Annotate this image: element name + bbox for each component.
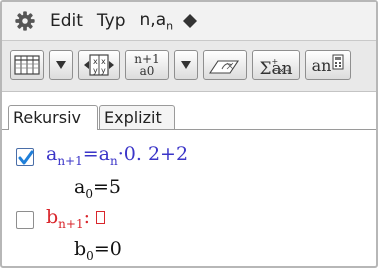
checkbox-b[interactable] <box>16 211 34 229</box>
init-a-var: a <box>74 176 86 198</box>
table-icon <box>14 55 40 75</box>
formula-b-sub: n+1 <box>58 217 84 231</box>
triangle-down-icon <box>56 61 66 69</box>
input-placeholder[interactable] <box>96 211 105 224</box>
formula-a-eq: = <box>82 143 99 165</box>
formula-a-rhs-sub: n <box>110 154 118 168</box>
sum-button[interactable]: +−×÷ Σan <box>252 50 300 80</box>
gear-icon[interactable] <box>14 10 36 32</box>
formula-a-recursive[interactable]: an+1=an·0. 2+2 <box>46 143 188 168</box>
an-calc-button[interactable]: an <box>305 50 351 80</box>
app-window: Edit Typ n,an x y x y n+1 a0 +−×÷ Σan an… <box>0 0 378 268</box>
init-b-value: =0 <box>93 238 122 260</box>
checkmark-icon <box>18 150 34 165</box>
menu-bar: Edit Typ n,an <box>2 2 376 41</box>
formula-a-var: a <box>46 143 58 165</box>
formula-a-rhs-rest: ·0. 2+2 <box>117 143 189 165</box>
initial-value-dropdown-button[interactable] <box>174 50 198 80</box>
formula-a-sub: n+1 <box>57 154 83 168</box>
a0-label: a0 <box>139 64 155 78</box>
sequence-editor: an+1=an·0. 2+2 a0=5 bn+1: b0=0 <box>2 130 376 266</box>
formula-b-initial[interactable]: b0=0 <box>74 238 122 263</box>
menu-edit[interactable]: Edit <box>50 11 83 31</box>
initial-value-button[interactable]: n+1 a0 <box>125 50 169 80</box>
diamond-icon[interactable] <box>183 14 198 28</box>
menu-type[interactable]: Typ <box>97 11 126 31</box>
menu-n-an[interactable]: n,an <box>140 10 174 32</box>
table-settings-button[interactable]: x y x y <box>78 50 120 80</box>
table-dropdown-button[interactable] <box>49 50 73 80</box>
init-b-sub: 0 <box>86 249 94 263</box>
formula-b-var: b <box>46 206 59 228</box>
menu-n-an-main: n,a <box>139 9 167 30</box>
table-settings-icon: x y x y <box>84 54 114 76</box>
tab-rekursiv[interactable]: Rekursiv <box>8 105 98 130</box>
svg-text:y: y <box>93 66 98 75</box>
svg-text:x: x <box>93 57 98 66</box>
init-a-value: =5 <box>92 176 121 198</box>
formula-a-initial[interactable]: a0=5 <box>74 176 121 201</box>
formula-a-rhs-var: a <box>98 143 110 165</box>
toolbar: x y x y n+1 a0 +−×÷ Σan an <box>2 41 376 92</box>
sum-an-label: Σan <box>259 59 293 79</box>
tab-bar: Rekursiv Explizit <box>2 92 376 130</box>
table-view-button[interactable] <box>10 50 44 80</box>
graph-icon <box>208 60 240 74</box>
triangle-down-icon <box>181 61 191 69</box>
tab-explizit[interactable]: Explizit <box>99 105 175 130</box>
init-b-var: b <box>74 238 87 260</box>
sum-label: +−×÷ Σan <box>259 55 292 79</box>
menu-n-an-sub: n <box>166 19 174 33</box>
init-a-sub: 0 <box>85 187 93 201</box>
checkbox-a[interactable] <box>16 148 34 166</box>
svg-text:x: x <box>101 57 106 66</box>
calculator-icon <box>332 54 344 70</box>
initial-value-label: n+1 a0 <box>134 53 159 77</box>
formula-b-recursive[interactable]: bn+1: <box>46 206 105 231</box>
svg-text:y: y <box>101 66 106 75</box>
formula-b-colon: : <box>83 206 90 228</box>
an-calc-label: an <box>311 55 332 75</box>
graph-button[interactable] <box>203 50 247 80</box>
